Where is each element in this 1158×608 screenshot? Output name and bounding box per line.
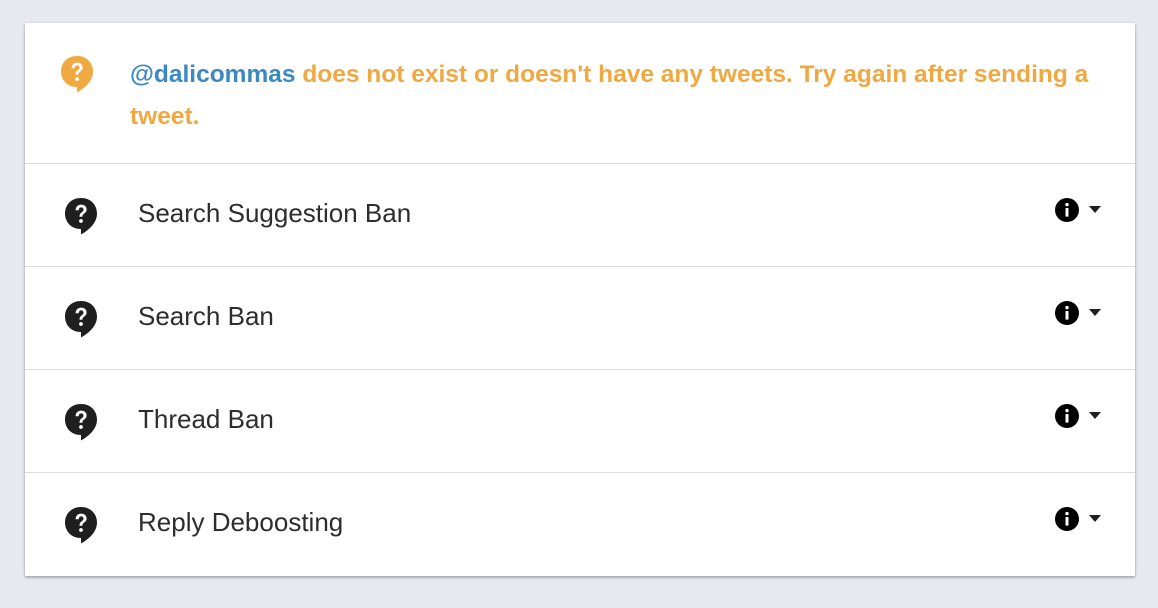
check-label: Search Ban [138,301,274,331]
expand-toggle[interactable] [1055,197,1101,223]
question-bubble-icon [65,507,97,544]
question-bubble-icon [61,56,93,93]
notice-message: @dalicommas does not exist or doesn't ha… [130,54,1090,138]
expand-toggle[interactable] [1055,403,1101,429]
info-icon[interactable] [1055,198,1079,222]
check-label: Search Suggestion Ban [138,198,412,228]
info-icon[interactable] [1055,507,1079,531]
check-row-search-suggestion-ban: Search Suggestion Ban [25,164,1135,267]
results-card: @dalicommas does not exist or doesn't ha… [25,23,1135,576]
caret-down-icon[interactable] [1089,206,1101,214]
question-bubble-icon [65,301,97,338]
check-row-search-ban: Search Ban [25,267,1135,370]
question-bubble-icon [65,198,97,235]
expand-toggle[interactable] [1055,300,1101,326]
expand-toggle[interactable] [1055,506,1101,532]
info-icon[interactable] [1055,404,1079,428]
caret-down-icon[interactable] [1089,515,1101,523]
check-row-thread-ban: Thread Ban [25,370,1135,473]
check-row-reply-deboosting: Reply Deboosting [25,473,1135,576]
user-not-found-notice: @dalicommas does not exist or doesn't ha… [25,23,1135,164]
question-bubble-icon [65,404,97,441]
caret-down-icon[interactable] [1089,412,1101,420]
info-icon[interactable] [1055,301,1079,325]
username-link[interactable]: @dalicommas [130,61,296,88]
check-label: Reply Deboosting [138,507,344,537]
caret-down-icon[interactable] [1089,309,1101,317]
check-label: Thread Ban [138,404,274,434]
